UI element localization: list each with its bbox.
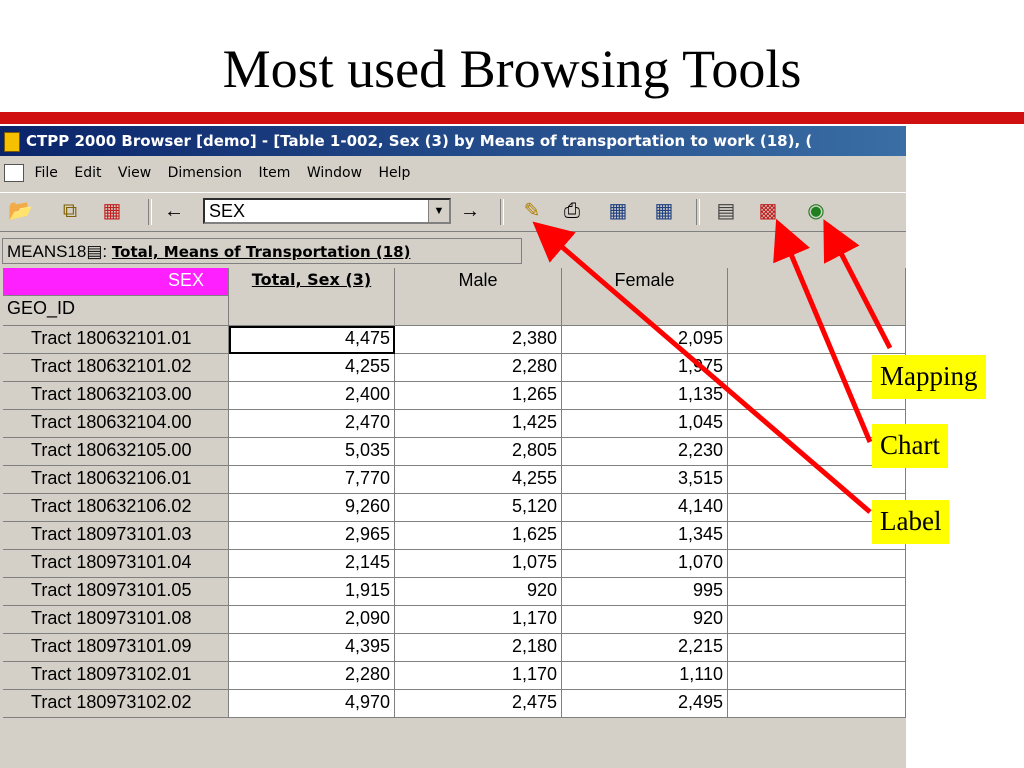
chart-arrow [773, 218, 873, 443]
callout-arrows [532, 218, 893, 514]
mapping-arrow [823, 219, 893, 350]
label-callout: Label [872, 500, 950, 544]
chart-callout: Chart [872, 424, 948, 468]
label-arrow [532, 221, 872, 514]
mapping-callout: Mapping [872, 355, 986, 399]
